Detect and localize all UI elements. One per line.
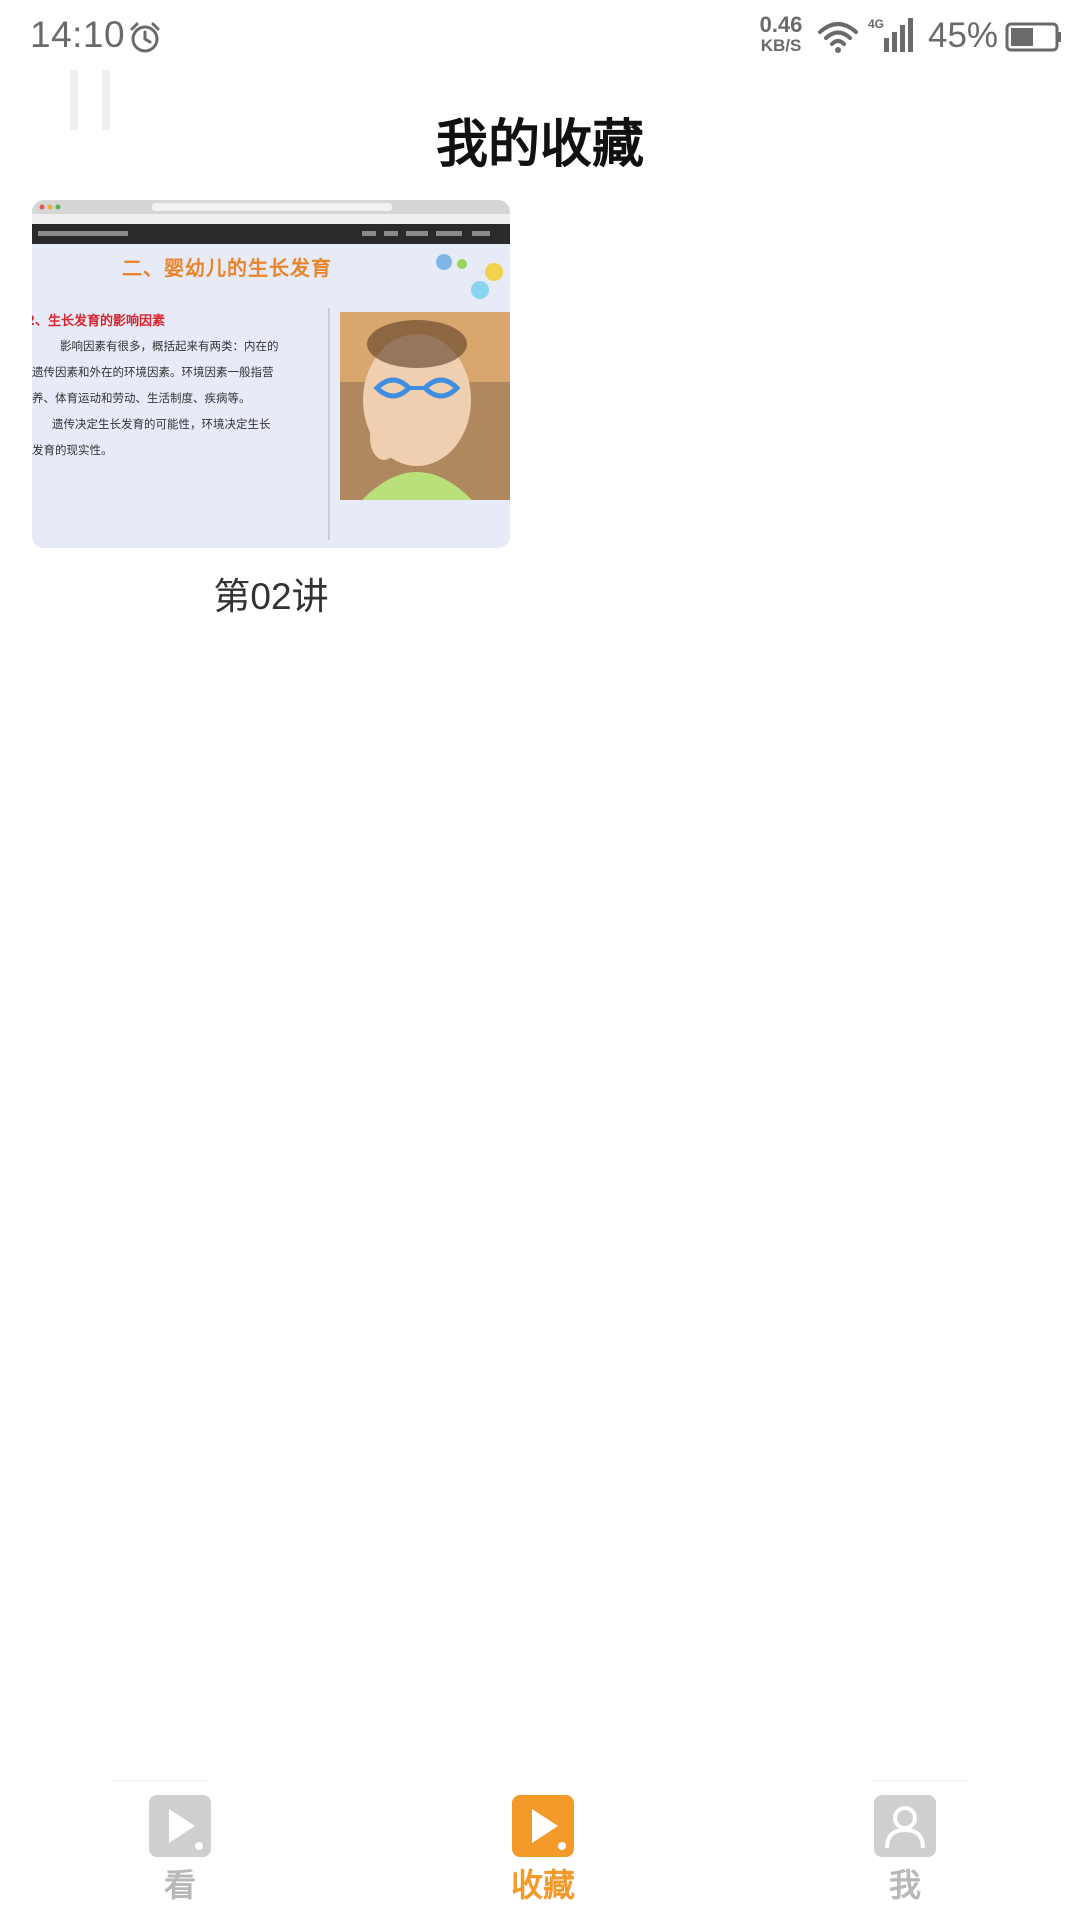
- nav-label-watch: 看: [163, 1866, 196, 1904]
- status-time: 14:10: [30, 14, 126, 55]
- slide-line-3: 养、体育运动和劳动、生活制度、疾病等。: [32, 391, 251, 405]
- alarm-icon: [130, 22, 160, 53]
- nav-item-favorites[interactable]: 收藏: [443, 1794, 643, 1906]
- page-title: 我的收藏: [435, 115, 644, 175]
- net-speed-unit: KB/S: [760, 36, 802, 55]
- user-icon: [874, 1795, 936, 1857]
- slide-heading: 二、婴幼儿的生长发育: [122, 256, 332, 280]
- play-icon: [149, 1795, 211, 1857]
- favorites-screen: 14:10 0.46 KB/S 4G 45% 我的收藏 二、婴幼儿的生长发育 2…: [0, 0, 1080, 1920]
- nav-divider: [870, 1780, 970, 1781]
- slide-line-5: 发育的现实性。: [32, 443, 113, 457]
- favorite-title[interactable]: 第02讲: [32, 566, 510, 620]
- status-bar: 14:10 0.46 KB/S 4G 45%: [0, 0, 1080, 80]
- net-speed-value: 0.46: [759, 12, 803, 37]
- battery-icon: [1005, 22, 1061, 52]
- svg-text:4G: 4G: [868, 17, 884, 31]
- nav-divider: [110, 1780, 210, 1781]
- slide-line-1: 影响因素有很多，概括起来有两类：内在的: [60, 339, 279, 353]
- signal-icon: 4G: [868, 17, 913, 52]
- nav-item-me[interactable]: 我: [805, 1794, 1005, 1906]
- net-speed: 0.46 KB/S: [752, 12, 810, 55]
- slide-section-heading: 2、生长发育的影响因素: [32, 314, 166, 329]
- wifi-icon: [818, 22, 858, 53]
- slide-line-2: 遗传因素和外在的环境因素。环境因素一般指营: [32, 365, 274, 379]
- battery-percent: 45%: [928, 16, 999, 55]
- favorite-card[interactable]: 二、婴幼儿的生长发育 2、生长发育的影响因素 影响因素有很多，概括起来有两类：内…: [32, 200, 510, 620]
- video-thumbnail[interactable]: 二、婴幼儿的生长发育 2、生长发育的影响因素 影响因素有很多，概括起来有两类：内…: [32, 200, 510, 548]
- play-icon: [512, 1795, 574, 1857]
- nav-label-favorites: 收藏: [510, 1866, 575, 1904]
- nav-item-watch[interactable]: 看: [80, 1794, 280, 1906]
- nav-label-me: 我: [888, 1866, 921, 1904]
- bottom-nav: 看 收藏 我: [0, 1780, 1080, 1920]
- slide-line-4: 遗传决定生长发育的可能性，环境决定生长: [52, 417, 271, 431]
